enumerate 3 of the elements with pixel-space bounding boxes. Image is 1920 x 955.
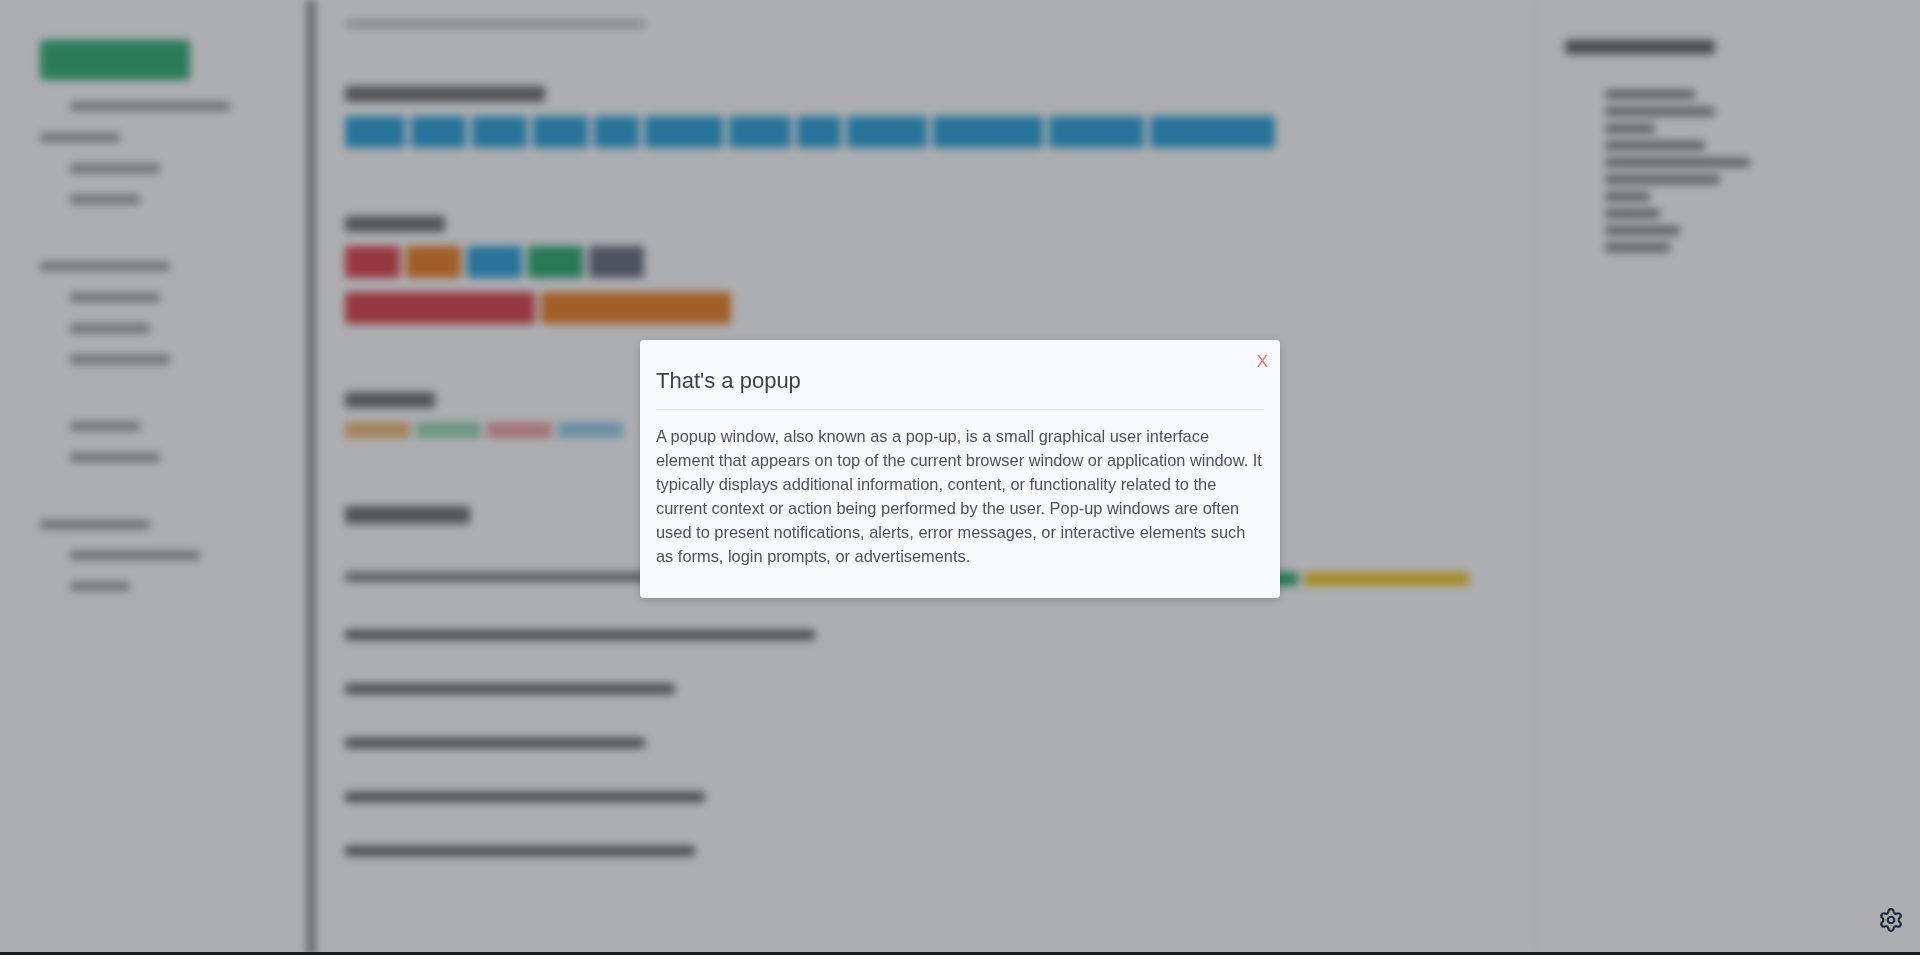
settings-icon[interactable] [1878, 907, 1904, 933]
popup-text: A popup window, also known as a pop-up, is a small graphical user interface element that appears on top of the current browser window or application window. It typically displays additional information, content, or functionality related to the current context or action being performed by the user. Pop-up windows are often used to present notifications, alerts, error messages, or interactive elements such as forms, login prompts, or advertisements. [656, 426, 1263, 567]
popup-title: That's a popup [656, 368, 1264, 410]
